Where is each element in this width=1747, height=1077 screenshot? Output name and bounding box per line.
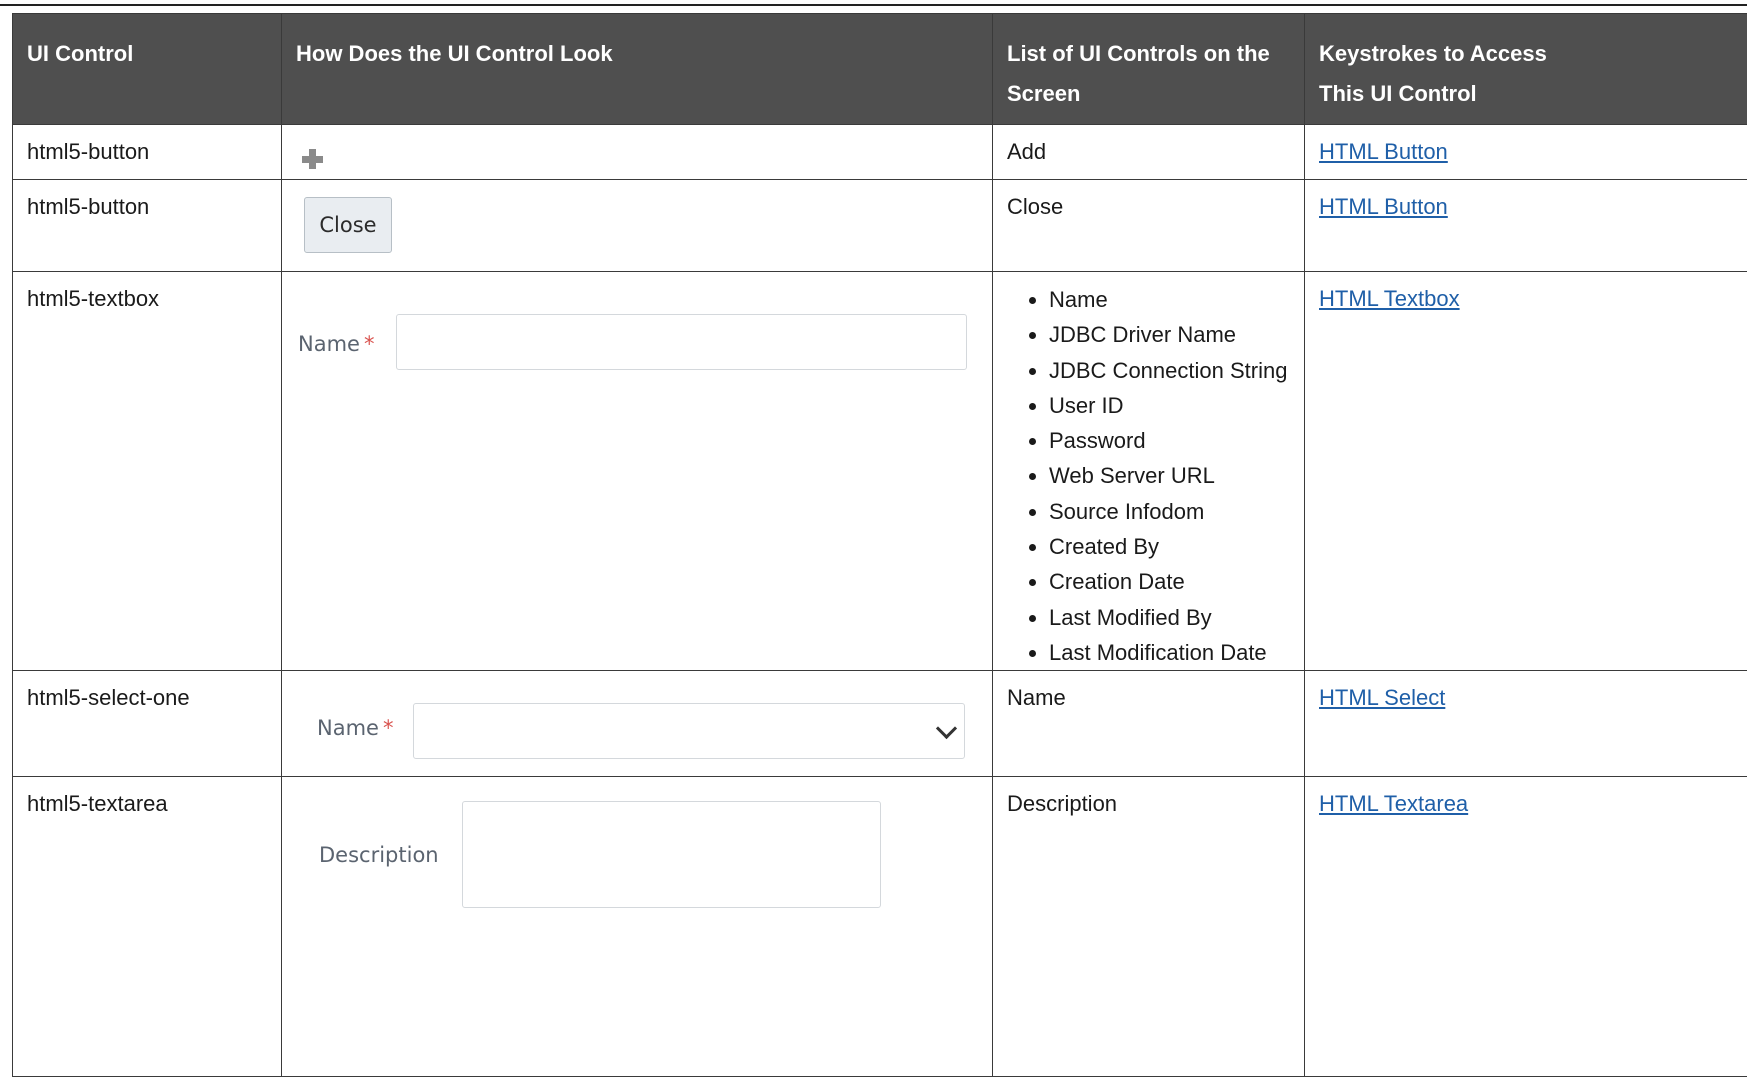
list-item: Created By (1049, 529, 1304, 564)
list-cell: Add (993, 125, 1305, 180)
header-list-line2: Screen (1007, 74, 1290, 114)
control-cell: html5-textarea (13, 777, 282, 1077)
name-textbox[interactable] (396, 314, 967, 370)
list-value: Name (993, 671, 1304, 713)
name-select[interactable] (413, 703, 965, 759)
html-textbox-link[interactable]: HTML Textbox (1319, 286, 1460, 311)
control-name: html5-button (13, 125, 281, 167)
list-item: Last Modified By (1049, 600, 1304, 635)
control-name: html5-textbox (13, 272, 281, 314)
controls-list: Name JDBC Driver Name JDBC Connection St… (993, 282, 1304, 670)
control-name: html5-button (13, 180, 281, 222)
list-item: Creation Date (1049, 564, 1304, 599)
look-cell: Name* (282, 272, 993, 671)
required-mark: * (364, 332, 375, 356)
list-item: Source Infodom (1049, 494, 1304, 529)
close-button[interactable]: Close (304, 197, 392, 253)
header-keystrokes: Keystrokes to Access This UI Control (1305, 14, 1747, 125)
list-cell: Name JDBC Driver Name JDBC Connection St… (993, 272, 1305, 671)
control-cell: html5-textbox (13, 272, 282, 671)
list-item: JDBC Driver Name (1049, 317, 1304, 352)
control-name: html5-textarea (13, 777, 281, 819)
plus-icon[interactable] (300, 147, 324, 171)
list-cell: Description (993, 777, 1305, 1077)
required-mark: * (383, 716, 394, 740)
ui-controls-table: UI Control How Does the UI Control Look … (12, 13, 1747, 1077)
header-look-label: How Does the UI Control Look (296, 34, 978, 74)
list-value: Add (993, 125, 1304, 167)
list-item: Name (1049, 282, 1304, 317)
header-keystrokes-line2: This UI Control (1319, 74, 1733, 114)
control-cell: html5-button (13, 125, 282, 180)
list-value: Close (993, 180, 1304, 222)
html-select-link[interactable]: HTML Select (1319, 685, 1445, 710)
table-row: html5-button Add HTML Button (13, 125, 1747, 180)
table-row: html5-select-one Name* Name HTML Select (13, 671, 1747, 777)
look-cell: Name* (282, 671, 993, 777)
list-cell: Name (993, 671, 1305, 777)
keystroke-cell: HTML Button (1305, 125, 1747, 180)
header-look: How Does the UI Control Look (282, 14, 993, 125)
html-button-link[interactable]: HTML Button (1319, 194, 1448, 219)
list-item: Web Server URL (1049, 458, 1304, 493)
header-ui-control: UI Control (13, 14, 282, 125)
name-field-label: Name* (298, 332, 374, 356)
look-cell: Close (282, 180, 993, 272)
control-cell: html5-select-one (13, 671, 282, 777)
select-label-text: Name (317, 716, 379, 740)
look-cell: Description (282, 777, 993, 1077)
header-list-line1: List of UI Controls on the (1007, 34, 1290, 74)
header-keystrokes-line1: Keystrokes to Access (1319, 34, 1733, 74)
list-item: Password (1049, 423, 1304, 458)
table-row: html5-textarea Description Description H… (13, 777, 1747, 1077)
description-textarea[interactable] (462, 801, 881, 908)
header-ui-control-label: UI Control (27, 34, 267, 74)
list-item: JDBC Connection String (1049, 353, 1304, 388)
list-cell: Close (993, 180, 1305, 272)
look-cell (282, 125, 993, 180)
name-label-text: Name (298, 332, 360, 356)
keystroke-cell: HTML Textarea (1305, 777, 1747, 1077)
keystroke-cell: HTML Select (1305, 671, 1747, 777)
description-field-label: Description (319, 843, 439, 867)
table-header-row: UI Control How Does the UI Control Look … (13, 14, 1747, 125)
html-button-link[interactable]: HTML Button (1319, 139, 1448, 164)
html-textarea-link[interactable]: HTML Textarea (1319, 791, 1468, 816)
select-field-label: Name* (317, 716, 393, 740)
list-item: User ID (1049, 388, 1304, 423)
list-item: Last Modification Date (1049, 635, 1304, 670)
control-name: html5-select-one (13, 671, 281, 713)
chevron-down-icon (936, 718, 957, 739)
control-cell: html5-button (13, 180, 282, 272)
table-row: html5-button Close Close HTML Button (13, 180, 1747, 272)
table-row: html5-textbox Name* Name JDBC Driver Nam… (13, 272, 1747, 671)
list-value: Description (993, 777, 1304, 819)
keystroke-cell: HTML Button (1305, 180, 1747, 272)
top-rule (0, 4, 1747, 6)
header-list: List of UI Controls on the Screen (993, 14, 1305, 125)
keystroke-cell: HTML Textbox (1305, 272, 1747, 671)
